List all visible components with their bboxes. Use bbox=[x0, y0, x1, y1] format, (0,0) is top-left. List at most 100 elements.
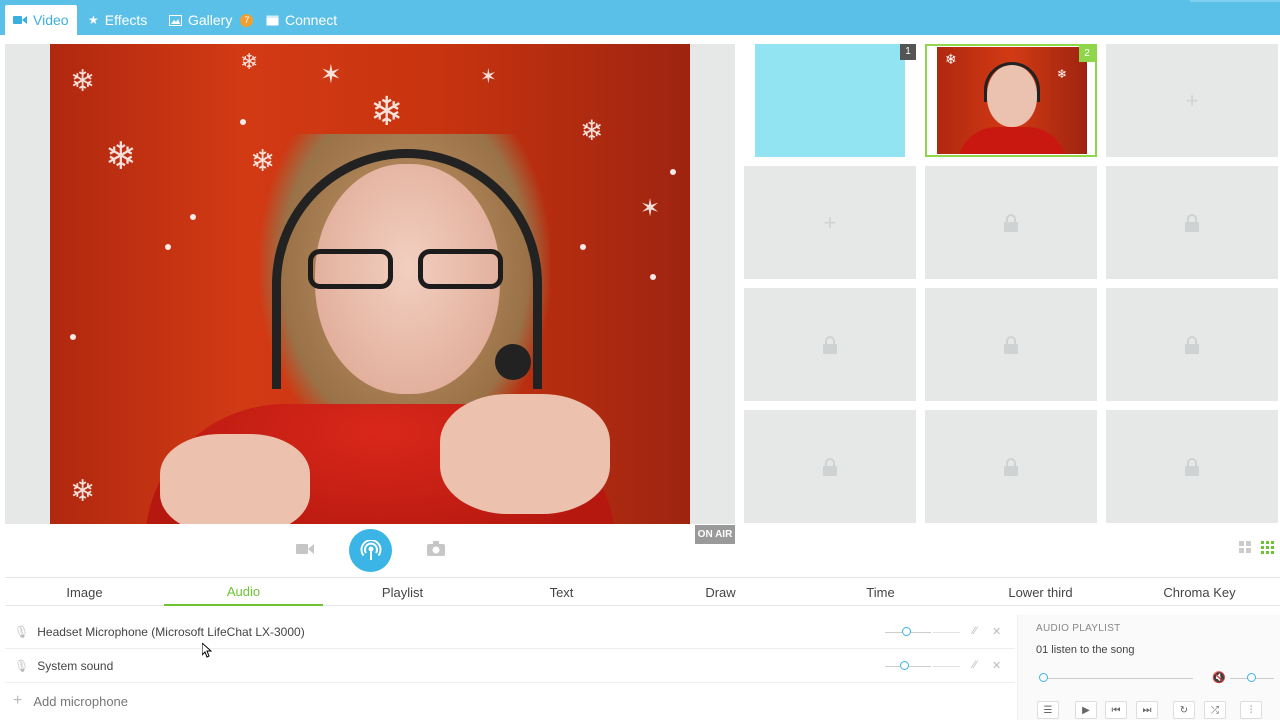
tab-playlist[interactable]: Playlist bbox=[323, 578, 482, 606]
mute-speaker-icon[interactable]: 🔇 bbox=[1212, 671, 1226, 684]
sparkle-dot bbox=[580, 244, 586, 250]
play-icon: ▶ bbox=[1082, 704, 1090, 716]
level-meter bbox=[933, 666, 960, 667]
repeat-icon: ↻ bbox=[1179, 704, 1189, 716]
add-microphone-button[interactable]: + Add microphone bbox=[13, 692, 128, 710]
sparkle-dot bbox=[650, 274, 656, 280]
playlist-volume-knob[interactable] bbox=[1247, 673, 1256, 682]
audio-source-label: System sound bbox=[37, 658, 114, 673]
microphone-icon: 🎙 bbox=[14, 658, 30, 673]
add-microphone-label: Add microphone bbox=[33, 693, 129, 709]
on-air-indicator: ON AIR bbox=[695, 525, 735, 544]
song-progress-track[interactable] bbox=[1040, 678, 1193, 679]
person-hand-right bbox=[440, 394, 610, 514]
previous-button[interactable]: ⏮ bbox=[1105, 701, 1127, 719]
equalizer-icon: ⫶ bbox=[1249, 704, 1253, 716]
scene-slot-locked[interactable] bbox=[1106, 166, 1278, 279]
tab-time[interactable]: Time bbox=[801, 578, 960, 606]
scene-slot-locked[interactable] bbox=[1106, 410, 1278, 523]
tab-effects-label: Effects bbox=[104, 12, 148, 28]
broadcast-icon bbox=[360, 539, 381, 560]
shuffle-button[interactable]: ⤮ bbox=[1204, 701, 1226, 719]
tab-gallery[interactable]: Gallery 7 bbox=[161, 5, 261, 35]
mouse-cursor-icon bbox=[202, 643, 212, 658]
mixer-button[interactable]: ⫶ bbox=[1240, 701, 1262, 719]
lock-icon bbox=[1004, 213, 1018, 232]
repeat-button[interactable]: ↻ bbox=[1173, 701, 1195, 719]
person-hand-left bbox=[160, 434, 310, 524]
sparkle-dot bbox=[165, 244, 171, 250]
close-icon[interactable]: ✕ bbox=[992, 625, 1001, 638]
volume-slider-knob[interactable] bbox=[902, 627, 911, 636]
volume-slider-knob[interactable] bbox=[900, 661, 909, 670]
snowflake-decor: ❄ bbox=[370, 90, 404, 134]
lock-icon bbox=[1185, 335, 1199, 354]
broadcast-button[interactable] bbox=[349, 529, 392, 572]
audio-playlist-panel: AUDIO PLAYLIST 01 listen to the song 🔇 ☰… bbox=[1017, 615, 1280, 720]
audio-source-row: 🎙 Headset Microphone (Microsoft LifeChat… bbox=[5, 615, 1015, 649]
scene-slot-locked[interactable] bbox=[1106, 288, 1278, 401]
lock-icon bbox=[1004, 457, 1018, 476]
scene-number: 2 bbox=[1079, 46, 1095, 62]
topbar-corner-accent bbox=[1190, 0, 1280, 2]
current-song: 01 listen to the song bbox=[1036, 644, 1135, 656]
snowflake-decor: ✶ bbox=[320, 59, 342, 89]
scene-slot-add[interactable]: + bbox=[1106, 44, 1278, 157]
scene-slot-locked[interactable] bbox=[925, 410, 1097, 523]
grid-2x2-icon[interactable] bbox=[1239, 541, 1252, 554]
main-preview-area: ❄ ❄ ❄ ❄ ❄ ❄ ❄ ✶ ✶ ✶ bbox=[5, 44, 735, 524]
tool-tab-bar: Image Audio Playlist Text Draw Time Lowe… bbox=[5, 577, 1280, 606]
scene-slot-2[interactable]: ❄ ❄ 2 bbox=[925, 44, 1097, 157]
snowflake-decor: ❄ bbox=[105, 136, 137, 178]
song-progress-knob[interactable] bbox=[1039, 673, 1048, 682]
audio-source-label: Headset Microphone (Microsoft LifeChat L… bbox=[37, 624, 305, 639]
scene-thumbnail: ❄ ❄ bbox=[937, 47, 1087, 154]
headset-microphone bbox=[495, 344, 531, 380]
lock-icon bbox=[1004, 335, 1018, 354]
tab-image[interactable]: Image bbox=[5, 578, 164, 606]
scene-number: 1 bbox=[900, 44, 916, 60]
scene-slot-1[interactable]: 1 bbox=[744, 44, 916, 157]
snapshot-camera-icon[interactable] bbox=[427, 541, 445, 556]
audio-playlist-title: AUDIO PLAYLIST bbox=[1036, 623, 1121, 634]
tab-connect[interactable]: Connect bbox=[258, 5, 345, 35]
tab-text[interactable]: Text bbox=[482, 578, 641, 606]
sparkle-dot bbox=[190, 214, 196, 220]
camera-preview[interactable]: ❄ ❄ ❄ ❄ ❄ ❄ ❄ ✶ ✶ ✶ bbox=[50, 44, 690, 524]
snowflake-decor: ✶ bbox=[640, 195, 661, 222]
scene-slot-locked[interactable] bbox=[925, 166, 1097, 279]
scene-slot-locked[interactable] bbox=[744, 410, 916, 523]
close-icon[interactable]: ✕ bbox=[992, 659, 1001, 672]
tab-draw[interactable]: Draw bbox=[641, 578, 800, 606]
tab-video-label: Video bbox=[33, 12, 69, 28]
next-button[interactable]: ⏭ bbox=[1136, 701, 1158, 719]
plus-icon: + bbox=[823, 209, 837, 235]
audio-wave-icon[interactable]: ⁄⁄ bbox=[973, 625, 977, 637]
tab-audio[interactable]: Audio bbox=[164, 578, 323, 606]
grid-3x3-icon[interactable] bbox=[1261, 541, 1274, 554]
scene-slot-add[interactable]: + bbox=[744, 166, 916, 279]
gallery-count-badge: 7 bbox=[240, 13, 254, 27]
playlist-list-button[interactable]: ☰ bbox=[1037, 701, 1059, 719]
top-nav-bar: Video ★ Effects Gallery 7 Connect bbox=[0, 0, 1280, 35]
video-camera-icon[interactable] bbox=[296, 542, 314, 556]
image-icon bbox=[169, 14, 182, 26]
tab-chroma-key[interactable]: Chroma Key bbox=[1120, 578, 1279, 606]
scene-slot-locked[interactable] bbox=[744, 288, 916, 401]
blue-screen-preview bbox=[755, 44, 905, 157]
scene-slot-locked[interactable] bbox=[925, 288, 1097, 401]
tab-lower-third[interactable]: Lower third bbox=[961, 578, 1120, 606]
tab-video[interactable]: Video bbox=[5, 5, 77, 35]
snowflake-decor: ❄ bbox=[70, 65, 96, 98]
lock-icon bbox=[823, 457, 837, 476]
sparkle-dot bbox=[70, 334, 76, 340]
tab-effects[interactable]: ★ Effects bbox=[80, 5, 155, 35]
list-icon: ☰ bbox=[1043, 704, 1053, 716]
microphone-icon: 🎙 bbox=[14, 624, 30, 639]
audio-source-row: 🎙 System sound ⁄⁄ ✕ bbox=[5, 649, 1015, 683]
play-button[interactable]: ▶ bbox=[1075, 701, 1097, 719]
window-icon bbox=[266, 15, 279, 25]
audio-wave-icon[interactable]: ⁄⁄ bbox=[973, 659, 977, 671]
snowflake-decor: ❄ bbox=[70, 475, 96, 508]
sparkle-dot bbox=[670, 169, 676, 175]
